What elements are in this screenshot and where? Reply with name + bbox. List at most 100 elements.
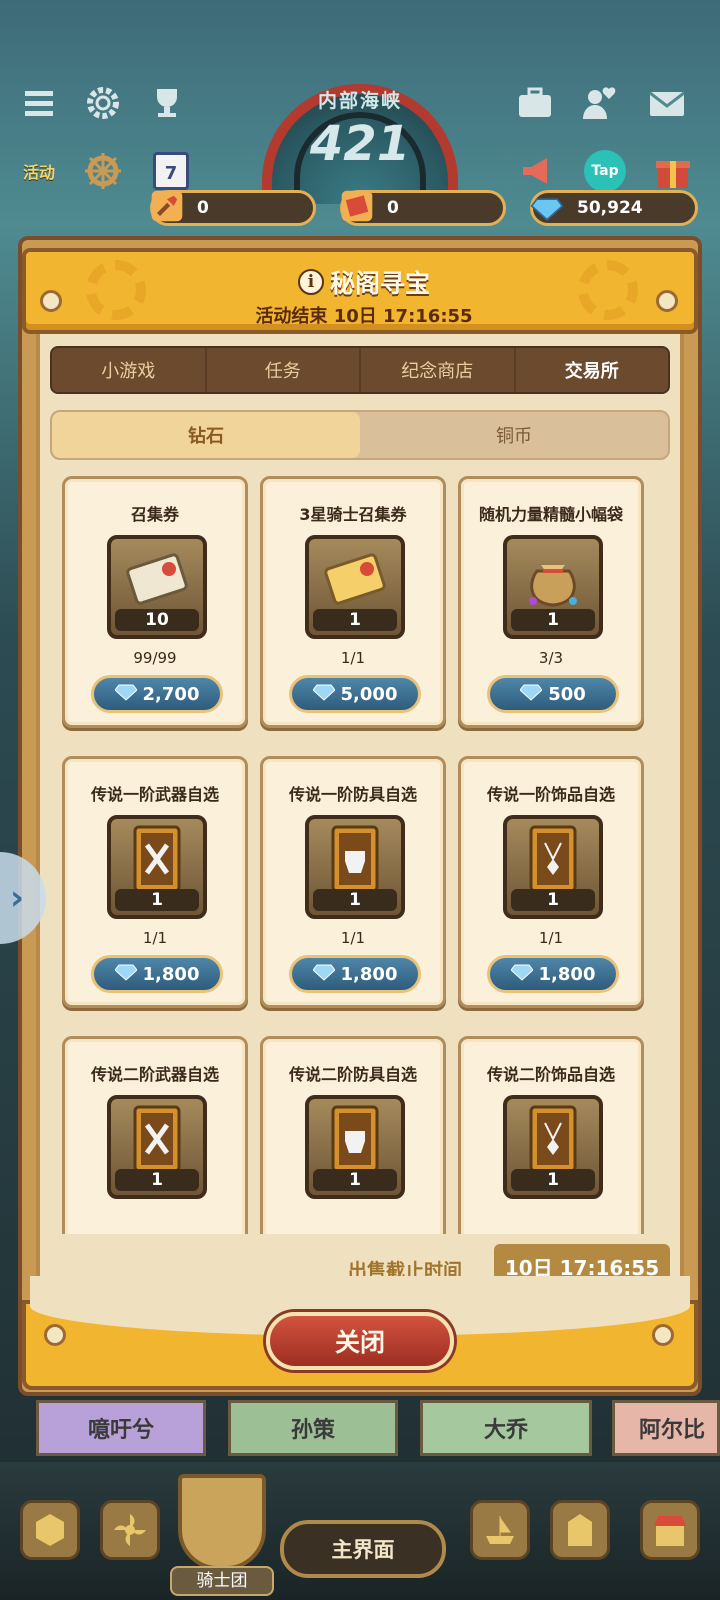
item-grid: 召集券 10 99/99 2,700 3星骑士召集券 1 1/1 5,000 随机力量精髓小幅袋… <box>50 476 670 1234</box>
diamond-count: 50,924 <box>577 198 643 218</box>
item-icon-box: 1 <box>503 535 603 639</box>
item-name: 传说二阶防具自选 <box>288 1065 417 1084</box>
tap-label: Tap <box>584 150 626 192</box>
item-price: 1,800 <box>538 963 596 985</box>
diamond-resource[interactable]: 50,924 <box>530 190 698 226</box>
activity-label: 活动 <box>22 163 55 182</box>
bolt-icon <box>652 1324 674 1346</box>
buy-button[interactable]: 1,800 <box>91 955 223 993</box>
item-price: 1,800 <box>142 963 200 985</box>
info-icon[interactable]: i <box>297 269 324 295</box>
shop-item-card[interactable]: 传说一阶饰品自选 1 1/1 1,800 <box>458 756 644 1008</box>
item-name: 召集券 <box>130 505 179 524</box>
shovel-count: 0 <box>197 198 209 218</box>
shovel-resource[interactable]: 0 <box>150 190 316 226</box>
diamond-icon <box>113 963 138 986</box>
shop-item-card[interactable]: 3星骑士召集券 1 1/1 5,000 <box>260 476 446 728</box>
weapon-card-icon <box>121 825 193 897</box>
activity-icon[interactable]: 活动 <box>14 148 64 194</box>
propeller-nav-icon[interactable] <box>100 1500 160 1560</box>
close-button[interactable]: 关闭 <box>266 1312 454 1370</box>
item-name: 传说一阶饰品自选 <box>486 785 615 804</box>
item-icon-box: 10 <box>107 535 207 639</box>
item-name: 传说一阶防具自选 <box>288 785 417 804</box>
shop-item-card[interactable]: 传说二阶武器自选 1 <box>62 1036 248 1234</box>
item-name: 随机力量精髓小幅袋 <box>478 505 623 524</box>
buy-button[interactable]: 2,700 <box>91 675 223 713</box>
shop-item-card[interactable]: 传说二阶防具自选 1 <box>260 1036 446 1234</box>
shop-nav-icon[interactable] <box>640 1500 700 1560</box>
main-tabs: 小游戏 任务 纪念商店 交易所 <box>50 346 670 394</box>
item-quantity: 1 <box>115 889 199 911</box>
item-icon-box: 1 <box>107 1095 207 1199</box>
item-name: 3星骑士召集券 <box>299 505 407 524</box>
item-name: 传说二阶武器自选 <box>90 1065 219 1084</box>
shop-item-card[interactable]: 召集券 10 99/99 2,700 <box>62 476 248 728</box>
knight-order-label[interactable]: 骑士团 <box>170 1566 274 1596</box>
item-icon-box: 1 <box>503 1095 603 1199</box>
shovel-icon <box>147 186 187 226</box>
item-quantity: 1 <box>313 1169 397 1191</box>
item-icon-box: 1 <box>305 535 405 639</box>
buy-button[interactable]: 5,000 <box>289 675 421 713</box>
main-screen-button[interactable]: 主界面 <box>280 1520 446 1578</box>
gift-icon[interactable] <box>650 148 696 194</box>
trophy-icon[interactable] <box>144 80 190 126</box>
helm-wheel-icon[interactable] <box>80 148 126 194</box>
ticket-resource[interactable]: 0 <box>340 190 506 226</box>
panel-title: 秘阁寻宝 <box>329 269 430 298</box>
knight-banner-icon[interactable] <box>178 1474 266 1570</box>
item-icon-box: 1 <box>503 815 603 919</box>
shop-item-card[interactable]: 随机力量精髓小幅袋 1 3/3 500 <box>458 476 644 728</box>
buy-button[interactable]: 500 <box>487 675 619 713</box>
ship-nav-icon[interactable] <box>470 1500 530 1560</box>
shop-item-card[interactable]: 传说一阶防具自选 1 1/1 1,800 <box>260 756 446 1008</box>
diamond-icon <box>113 683 138 706</box>
tab-tasks[interactable]: 任务 <box>207 348 361 392</box>
currency-tabs: 钻石 铜币 <box>50 410 670 460</box>
purchase-limit: 1/1 <box>142 929 168 947</box>
hero-name: 噫吁兮 <box>87 1418 154 1443</box>
hero-plate[interactable]: 阿尔比 <box>612 1400 720 1456</box>
gold-summon-ticket-icon <box>319 545 391 617</box>
subtab-diamond[interactable]: 钻石 <box>52 412 360 458</box>
settings-gear-icon[interactable] <box>80 80 126 126</box>
item-name: 传说二阶饰品自选 <box>486 1065 615 1084</box>
friends-icon[interactable] <box>578 80 624 126</box>
item-quantity: 1 <box>511 609 595 631</box>
hero-name: 孙策 <box>290 1418 335 1443</box>
tab-souvenir-shop[interactable]: 纪念商店 <box>361 348 516 392</box>
item-quantity: 1 <box>313 889 397 911</box>
gauge-subtitle: 内部海峡 <box>317 90 402 112</box>
hero-name: 大乔 <box>483 1418 528 1443</box>
tab-exchange[interactable]: 交易所 <box>516 348 669 392</box>
ticket-icon <box>337 186 377 226</box>
menu-icon[interactable] <box>16 80 62 126</box>
emblem-nav-icon[interactable] <box>20 1500 80 1560</box>
mail-icon[interactable] <box>644 80 690 126</box>
diamond-icon <box>311 683 336 706</box>
tap-icon[interactable]: Tap <box>582 148 628 194</box>
shop-item-card[interactable]: 传说一阶武器自选 1 1/1 1,800 <box>62 756 248 1008</box>
hero-plate[interactable]: 孙策 <box>228 1400 398 1456</box>
buy-button[interactable]: 1,800 <box>487 955 619 993</box>
buy-button[interactable]: 1,800 <box>289 955 421 993</box>
hero-plate[interactable]: 噫吁兮 <box>36 1400 206 1456</box>
hero-plate[interactable]: 大乔 <box>420 1400 592 1456</box>
diamond-icon <box>527 186 567 226</box>
weapon-card-icon <box>121 1105 193 1177</box>
toolbox-icon[interactable] <box>512 80 558 126</box>
subtab-copper[interactable]: 铜币 <box>360 412 668 458</box>
diamond-icon <box>311 963 336 986</box>
gauge-value: 421 <box>309 116 411 172</box>
castle-nav-icon[interactable] <box>550 1500 610 1560</box>
armor-card-icon <box>319 1105 391 1177</box>
shop-item-card[interactable]: 传说二阶饰品自选 1 <box>458 1036 644 1234</box>
item-quantity: 1 <box>313 609 397 631</box>
item-icon-box: 1 <box>305 815 405 919</box>
purchase-limit: 1/1 <box>538 929 564 947</box>
item-price: 500 <box>548 683 586 705</box>
tab-minigame[interactable]: 小游戏 <box>52 348 207 392</box>
event-end-time: 活动结束 10日 17:16:55 <box>255 306 473 327</box>
purchase-limit: 99/99 <box>133 649 177 667</box>
